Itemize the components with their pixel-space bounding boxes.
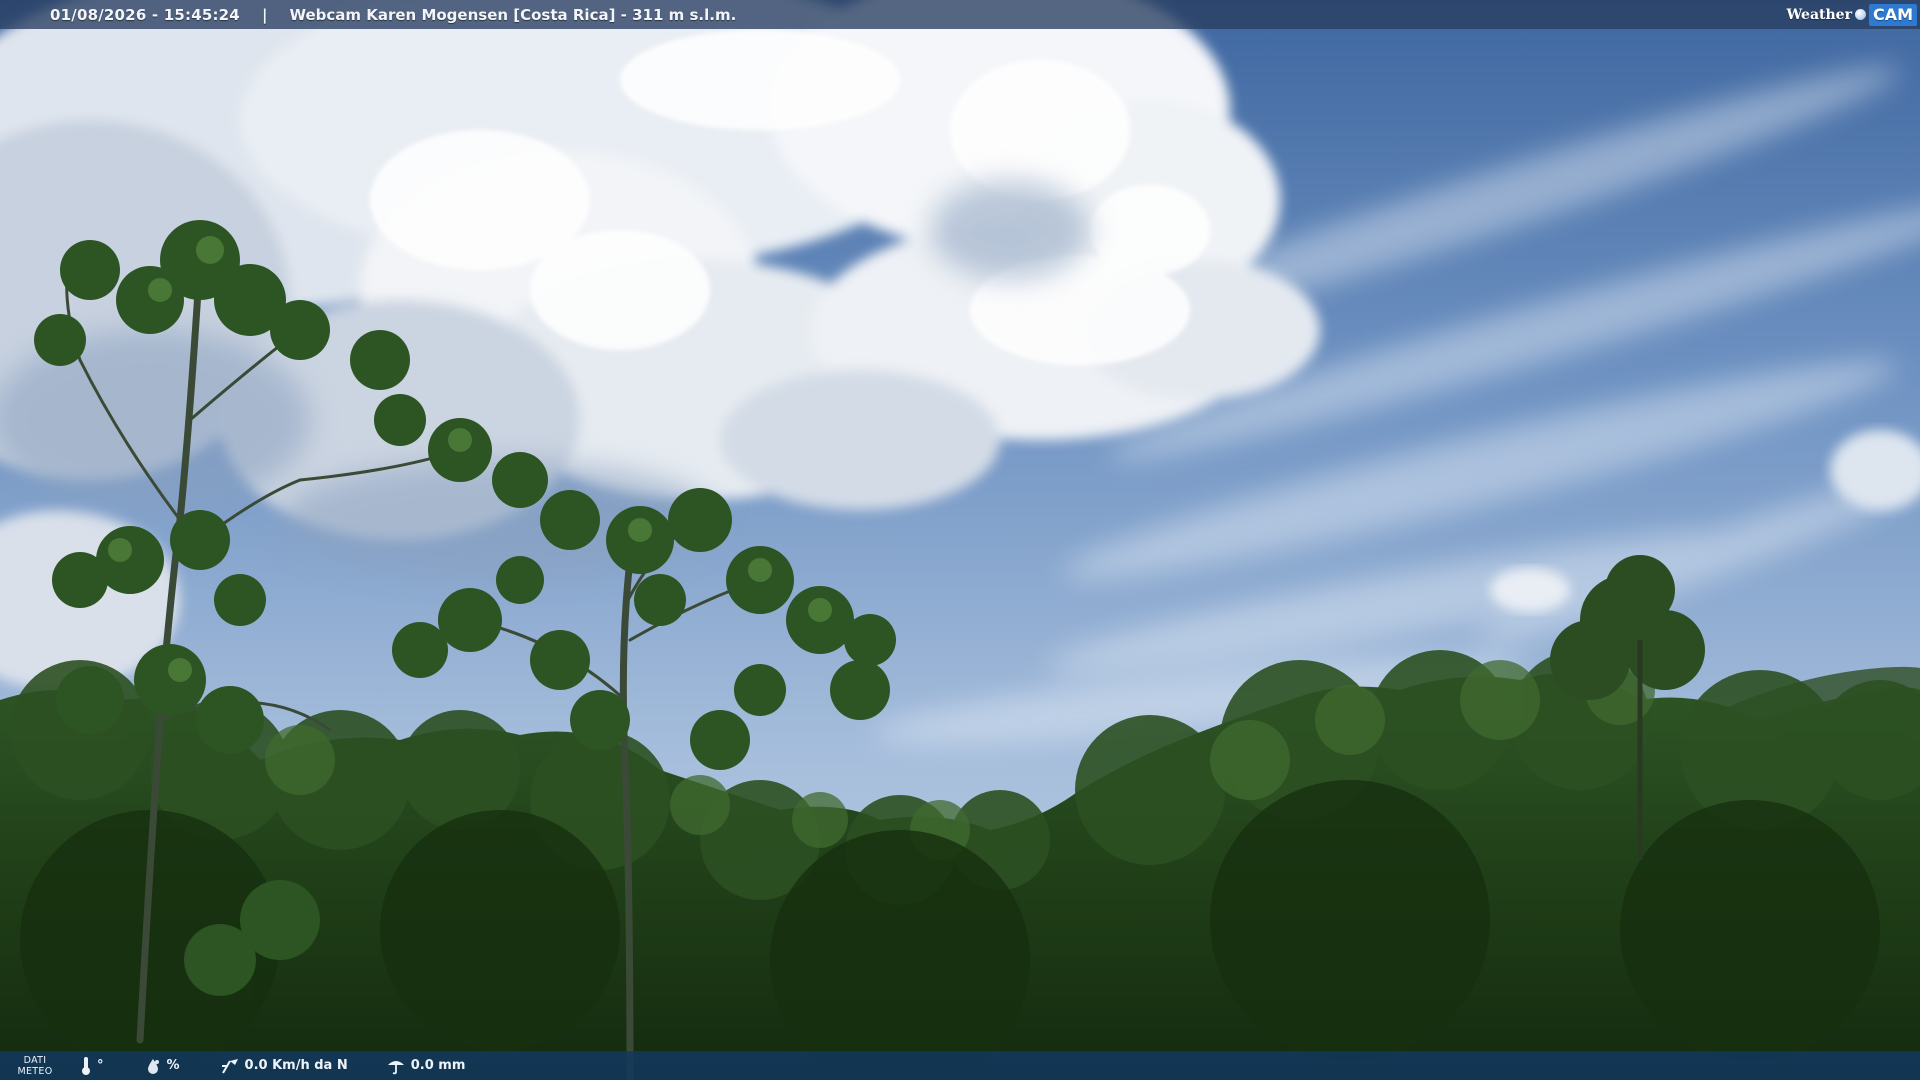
temperature-reading: ° bbox=[80, 1056, 104, 1076]
brand-weather-text: Weather bbox=[1786, 6, 1852, 23]
small-cloud bbox=[1490, 568, 1570, 612]
weather-section-label: DATI METEO bbox=[0, 1055, 70, 1077]
brand-dot-icon bbox=[1854, 9, 1866, 20]
wind-reading: 0.0 Km/h da N bbox=[220, 1057, 348, 1075]
separator: | bbox=[261, 5, 268, 24]
brand-cam-text: CAM bbox=[1868, 3, 1917, 26]
humidity-unit: % bbox=[166, 1058, 180, 1073]
webcam-info-bar: 01/08/2026 - 15:45:24 | Webcam Karen Mog… bbox=[0, 0, 1920, 29]
rain-value: 0.0 mm bbox=[410, 1058, 466, 1073]
weather-label-line2: METEO bbox=[17, 1065, 53, 1077]
webcam-scene bbox=[0, 0, 1920, 1080]
temperature-unit: ° bbox=[97, 1058, 104, 1073]
location-label: Webcam Karen Mogensen [Costa Rica] - 311… bbox=[289, 5, 737, 24]
webcam-frame: 01/08/2026 - 15:45:24 | Webcam Karen Mog… bbox=[0, 0, 1920, 1080]
thermometer-icon bbox=[82, 1056, 90, 1075]
rain-reading: 0.0 mm bbox=[386, 1057, 466, 1075]
wind-vane-icon bbox=[221, 1058, 238, 1074]
rain-gauge-icon bbox=[387, 1060, 404, 1074]
humidity-reading: % bbox=[144, 1057, 180, 1075]
weather-data-bar: DATI METEO ° % 0.0 Km/h da N 0.0 mm bbox=[0, 1051, 1920, 1080]
water-drop-icon bbox=[147, 1058, 159, 1074]
weathercam-logo-icon: Weather CAM bbox=[1786, 2, 1917, 27]
wind-value: 0.0 Km/h da N bbox=[244, 1058, 348, 1073]
timestamp: 01/08/2026 - 15:45:24 bbox=[50, 5, 240, 24]
weather-label-line1: DATI bbox=[23, 1054, 47, 1066]
